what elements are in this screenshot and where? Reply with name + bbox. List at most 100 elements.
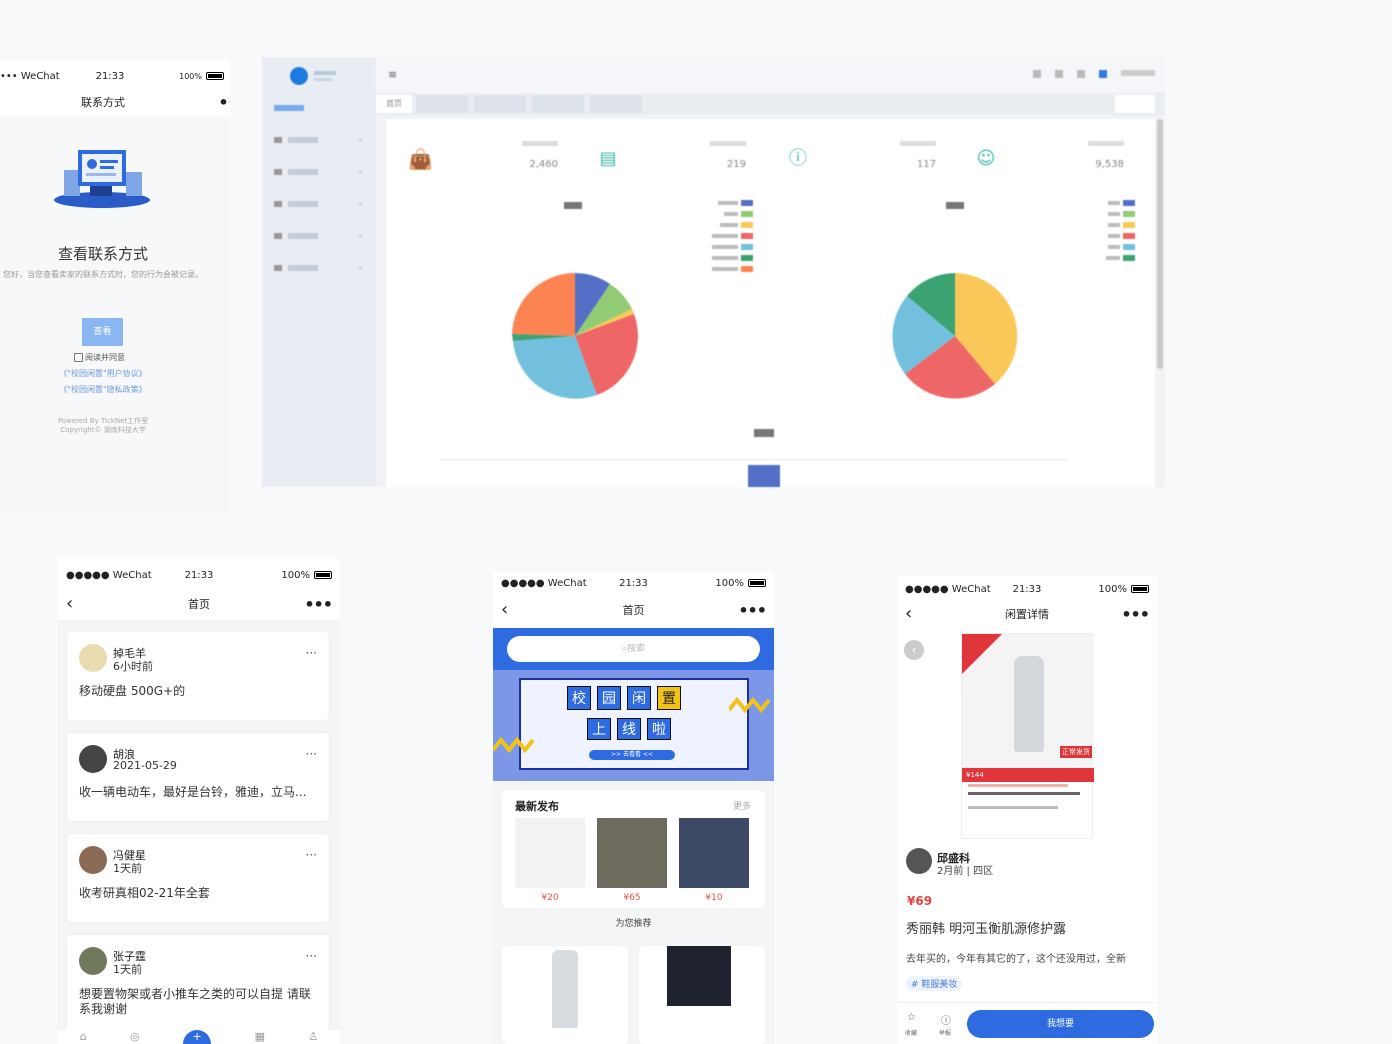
tab-publish-icon[interactable]: +: [183, 1030, 212, 1044]
sidebar-item-4[interactable]: ⌄: [274, 230, 364, 241]
product-image[interactable]: ¥144 正常发货: [961, 633, 1094, 839]
recommend-card[interactable]: [502, 946, 628, 1044]
recommend-card[interactable]: [639, 946, 765, 1044]
user-icon: ☺: [976, 148, 996, 169]
want-button[interactable]: 我想要: [967, 1010, 1154, 1038]
message-icon: ▤: [599, 148, 617, 169]
serum-bottle: [1014, 656, 1044, 752]
more-icon[interactable]: •••: [304, 595, 333, 614]
page-title: 首页: [622, 604, 645, 617]
menu-toggle-icon[interactable]: ≡: [388, 68, 397, 81]
chart-title-2: [946, 202, 964, 209]
sidebar-item-2[interactable]: ⌄: [274, 166, 364, 177]
privacy-link[interactable]: 《"校园闲置"隐私政策》: [0, 384, 206, 395]
avatar[interactable]: [79, 846, 107, 874]
recommend-title: 为您推荐: [615, 919, 652, 929]
more-icon[interactable]: •••: [738, 601, 767, 620]
admin-sidebar: ⌄ ⌄ ⌄ ⌄ ⌄: [262, 57, 376, 487]
image-price: ¥144: [962, 768, 1094, 782]
status-battery: 100%: [179, 71, 202, 81]
admin-scrollbar[interactable]: [1157, 119, 1163, 369]
tab-profile-icon[interactable]: ♙: [308, 1030, 318, 1044]
more-icon[interactable]: •••: [1121, 605, 1150, 624]
avatar[interactable]: [79, 947, 107, 975]
tab-4[interactable]: [532, 95, 584, 113]
latest-more-link[interactable]: 更多: [733, 799, 751, 812]
tab-home-icon[interactable]: ⌂: [80, 1030, 87, 1044]
pie-chart-1: [512, 273, 638, 399]
tab-2[interactable]: [416, 95, 468, 113]
back-icon[interactable]: ‹: [66, 595, 73, 613]
post-time: 1天前: [113, 862, 142, 875]
page-title: 首页: [188, 598, 210, 611]
list-item[interactable]: 掉毛羊 6小时前 ··· 移动硬盘 500G+的: [67, 632, 329, 720]
product-price: ¥20: [541, 893, 559, 903]
alert-icon: ⓘ: [789, 148, 807, 169]
report-icon[interactable]: ⓘ: [941, 1012, 951, 1027]
topbar-fullscreen-icon[interactable]: [1055, 70, 1063, 78]
list-item[interactable]: 冯健星 1天前 ··· 收考研真相02-21年全套: [67, 834, 329, 922]
category-tag[interactable]: # 鞋服美妆: [906, 976, 963, 991]
product-image[interactable]: [679, 818, 749, 888]
post-more-icon[interactable]: ···: [306, 747, 317, 761]
stat-value-1: 2,460: [529, 159, 558, 170]
chart-title-3: [754, 429, 774, 437]
tab-home[interactable]: 首页: [376, 95, 412, 113]
pie1-slice-7: [512, 273, 575, 336]
battery-icon: [748, 579, 766, 587]
banner-go-button[interactable]: >> 去看看 <<: [589, 750, 675, 760]
user-agreement-link[interactable]: 《"校园闲置"用户协议》: [0, 368, 206, 379]
banner[interactable]: 校 园 闲 置 上 线 啦 >> 去看看 <<: [493, 670, 774, 781]
tab-market-icon[interactable]: ◎: [130, 1030, 140, 1044]
tab-settings-icon[interactable]: [1115, 95, 1155, 113]
image-badge: 正常发货: [1060, 746, 1092, 758]
stat-value-2: 219: [726, 159, 746, 170]
view-button[interactable]: 查看: [82, 318, 123, 346]
contact-heading: 查看联系方式: [57, 245, 148, 263]
post-more-icon[interactable]: ···: [306, 949, 317, 963]
carousel-prev-icon[interactable]: ‹: [904, 640, 924, 660]
home-phone: ●●●●● WeChat 21:33 100% ‹ 首页 ••• ⌕搜索 校 园…: [493, 572, 774, 1044]
product-image[interactable]: [597, 818, 667, 888]
favorite-icon[interactable]: ☆: [907, 1012, 916, 1023]
page-title: 闲置详情: [1005, 608, 1049, 621]
search-input[interactable]: ⌕搜索: [507, 636, 760, 662]
avatar[interactable]: [79, 745, 107, 773]
product-image[interactable]: [515, 818, 585, 888]
tab-3[interactable]: [474, 95, 526, 113]
seller-avatar[interactable]: [906, 848, 932, 874]
sidebar-item-1[interactable]: ⌄: [274, 134, 364, 145]
sidebar-item-5[interactable]: ⌄: [274, 262, 364, 273]
stat-card-4: ☺ 9,538: [956, 125, 1136, 189]
product-desc: 去年买的，今年有其它的了，这个还没用过，全新: [906, 954, 1126, 965]
list-item[interactable]: 张子霆 1天前 ··· 想要置物架或者小推车之类的可以自提 请联系我谢谢: [67, 935, 329, 1031]
tab-5[interactable]: [590, 95, 642, 113]
avatar[interactable]: [79, 644, 107, 672]
banner-area: ⌕搜索 校 园 闲 置 上 线 啦 >> 去看看 <<: [493, 628, 774, 781]
topbar-doc-icon[interactable]: [1033, 70, 1041, 78]
topbar-wifi-icon[interactable]: [1077, 70, 1085, 78]
sidebar-item-3[interactable]: ⌄: [274, 198, 364, 209]
list-item[interactable]: 胡浪 2021-05-29 ··· 收一辆电动车，最好是台铃，雅迪，立马...: [67, 733, 329, 821]
stat-value-3: 117: [916, 159, 936, 170]
stat-card-2: ▤ 219: [578, 125, 758, 189]
tab-category-icon[interactable]: ▦: [255, 1030, 265, 1044]
tab-bar: ⌂ ◎ + ▦ ♙: [58, 1030, 340, 1044]
back-icon[interactable]: ‹: [501, 601, 508, 619]
favorite-label: 收藏: [905, 1030, 918, 1037]
agree-checkbox[interactable]: [74, 353, 83, 362]
banner-char: 啦: [647, 718, 671, 740]
product-image: [667, 946, 731, 1006]
back-icon[interactable]: ‹: [905, 605, 912, 623]
post-more-icon[interactable]: ···: [306, 848, 317, 862]
sidebar-item-home[interactable]: [274, 105, 304, 111]
post-more-icon[interactable]: ···: [306, 646, 317, 660]
topbar-user-icon[interactable]: [1099, 70, 1107, 78]
chart-title-1: [564, 202, 582, 209]
more-icon[interactable]: •••: [218, 93, 230, 112]
seller-meta: 2月前 | 四区: [937, 866, 994, 877]
zigzag-right: [729, 696, 771, 714]
topbar-username[interactable]: [1121, 70, 1155, 76]
admin-topbar: ≡: [376, 57, 1165, 93]
detail-phone: ●●●●● WeChat 21:33 100% ‹ 闲置详情 ••• ‹ ¥14…: [897, 576, 1157, 1044]
